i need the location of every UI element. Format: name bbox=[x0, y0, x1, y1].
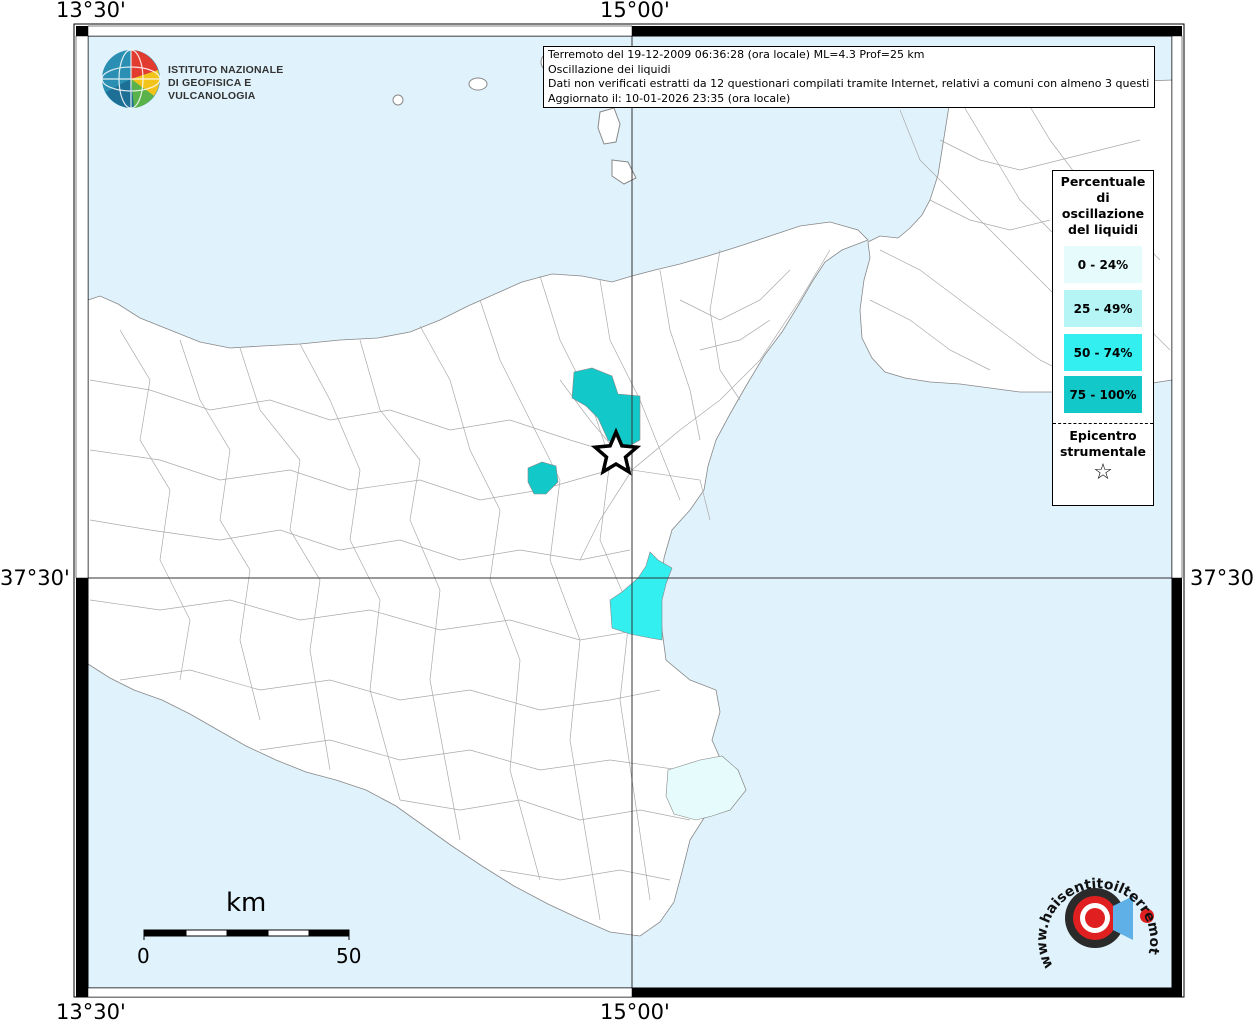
info-line-parameter: Oscillazione dei liquidi bbox=[548, 62, 671, 76]
hsi-logo: www.haisentitoilterremoto.it bbox=[1030, 846, 1165, 988]
legend-swatch-75-100: 75 - 100% bbox=[1064, 376, 1142, 413]
legend-swatch-25-49: 25 - 49% bbox=[1064, 290, 1142, 327]
legend: Percentuale di oscillazione del liquidi … bbox=[1052, 170, 1154, 506]
tick-right: 37°30' bbox=[1190, 566, 1255, 590]
legend-swatch-50-74: 50 - 74% bbox=[1064, 334, 1142, 371]
ingv-logo-text: ISTITUTO NAZIONALE DI GEOFISICA E VULCAN… bbox=[168, 64, 284, 102]
tick-top-left: 13°30' bbox=[56, 0, 126, 22]
legend-separator bbox=[1053, 423, 1153, 424]
tick-bottom-right: 15°00' bbox=[600, 1000, 670, 1024]
info-line-event: Terremoto del 19-12-2009 06:36:28 (ora l… bbox=[548, 48, 925, 61]
tick-top-right: 15°00' bbox=[600, 0, 670, 22]
legend-title: Percentuale di oscillazione del liquidi bbox=[1060, 174, 1146, 237]
island-filicudi bbox=[468, 77, 488, 91]
tick-left: 37°30' bbox=[0, 566, 70, 590]
globe-icon bbox=[101, 49, 161, 109]
scale-unit: km bbox=[226, 888, 267, 918]
info-line-data: Dati non verificati estratti da 12 quest… bbox=[548, 77, 1150, 90]
island-alicudi bbox=[392, 94, 404, 106]
legend-epicenter-label: Epicentro strumentale bbox=[1059, 428, 1147, 459]
legend-star-icon: ☆ bbox=[1093, 460, 1113, 485]
ingv-logo: ISTITUTO NAZIONALE DI GEOFISICA E VULCAN… bbox=[100, 46, 330, 112]
speaker-target-icon: www.haisentitoilterremoto.it bbox=[1030, 846, 1162, 971]
tick-bottom-left: 13°30' bbox=[56, 1000, 126, 1024]
legend-swatch-0-24: 0 - 24% bbox=[1064, 246, 1142, 283]
scale-min: 0 bbox=[137, 944, 150, 968]
info-line-updated: Aggiornato il: 10-01-2026 23:35 (ora loc… bbox=[548, 91, 791, 105]
scale-max: 50 bbox=[336, 944, 362, 968]
info-box: Terremoto del 19-12-2009 06:36:28 (ora l… bbox=[543, 46, 1155, 108]
